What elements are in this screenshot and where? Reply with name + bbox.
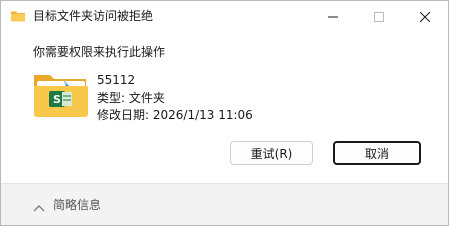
maximize-button — [356, 1, 402, 31]
close-icon — [419, 7, 431, 26]
item-type: 类型: 文件夹 — [97, 90, 165, 105]
close-button[interactable] — [402, 1, 448, 31]
maximize-icon — [374, 7, 384, 26]
item-modified-date: 修改日期: 2026/1/13 11:06 — [97, 108, 253, 122]
access-denied-dialog: 目标文件夹访问被拒绝 你需要权限来执行此操作 S 55112 类型: 文件夹 修… — [0, 0, 449, 226]
title-bar[interactable]: 目标文件夹访问被拒绝 — [1, 1, 448, 31]
svg-text:S: S — [53, 93, 61, 106]
cancel-button[interactable]: 取消 — [333, 141, 421, 165]
fewer-details-toggle[interactable]: 简略信息 — [53, 197, 101, 213]
chevron-up-icon[interactable] — [33, 199, 45, 212]
item-name: 55112 — [97, 73, 136, 87]
retry-button[interactable]: 重试(R) — [230, 141, 313, 165]
window-title: 目标文件夹访问被拒绝 — [33, 9, 154, 23]
folder-icon — [10, 8, 26, 24]
details-footer: 简略信息 — [1, 183, 448, 225]
minimize-icon — [328, 7, 338, 26]
folder-with-excel-icon: S — [33, 71, 89, 119]
permission-message: 你需要权限来执行此操作 — [33, 45, 166, 59]
item-details: 55112 类型: 文件夹 修改日期: 2026/1/13 11:06 — [97, 72, 253, 125]
minimize-button[interactable] — [310, 1, 356, 31]
